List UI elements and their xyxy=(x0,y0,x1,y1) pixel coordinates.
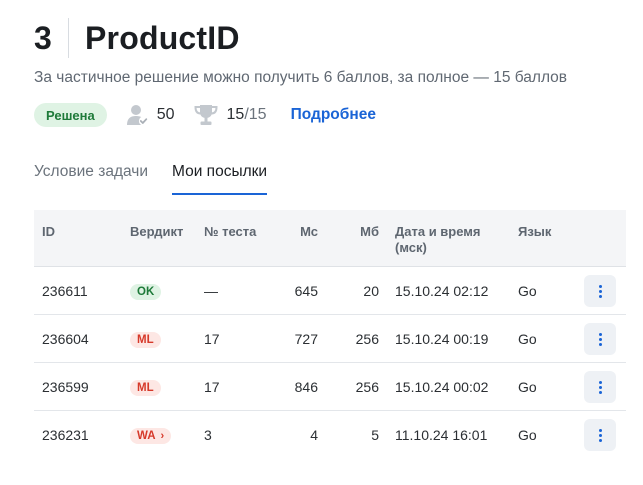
memory-mb: 256 xyxy=(355,331,379,347)
more-vertical-icon xyxy=(598,332,602,346)
col-header-lang: Язык xyxy=(518,224,552,239)
submission-id: 236599 xyxy=(42,379,89,395)
task-number: 3 xyxy=(34,20,52,56)
score-value: 15/15 xyxy=(227,106,267,124)
col-header-id: ID xyxy=(42,224,55,239)
task-meta: Решена 50 15/15 Подробнее xyxy=(34,102,376,128)
table-row: 236231 WA › 3 4 5 11.10.24 16:01 Go xyxy=(34,411,626,459)
time-ms: 846 xyxy=(294,379,318,395)
col-header-date-line1: Дата и время xyxy=(395,224,481,239)
row-menu-button[interactable] xyxy=(584,323,616,355)
language: Go xyxy=(518,379,537,395)
submission-date: 15.10.24 00:02 xyxy=(395,379,489,395)
test-number: — xyxy=(204,283,218,299)
tab-statement[interactable]: Условие задачи xyxy=(34,156,148,195)
solved-count-value: 50 xyxy=(156,106,175,123)
score: 15/15 xyxy=(193,104,267,126)
col-header-date-line2: (мск) xyxy=(395,240,427,255)
header-divider xyxy=(68,18,69,58)
submission-date: 15.10.24 00:19 xyxy=(395,331,489,347)
more-vertical-icon xyxy=(598,428,602,442)
more-details-link[interactable]: Подробнее xyxy=(291,106,376,124)
verdict-cell: WA › xyxy=(130,411,172,459)
task-scoring-info: За частичное решение можно получить 6 ба… xyxy=(34,69,568,86)
verdict-badge-ml: ML xyxy=(130,380,161,397)
submissions-table: ID Вердикт № теста Мс Мб Дата и время (мс… xyxy=(34,210,626,459)
trophy-icon xyxy=(193,104,219,126)
solved-count: 50 xyxy=(125,104,175,126)
memory-mb: 20 xyxy=(363,283,379,299)
language: Go xyxy=(518,283,537,299)
row-menu-button[interactable] xyxy=(584,371,616,403)
status-badge: Решена xyxy=(34,103,107,127)
memory-mb: 5 xyxy=(371,427,379,443)
table-row: 236611 OK — 645 20 15.10.24 02:12 Go xyxy=(34,267,626,315)
time-ms: 645 xyxy=(294,283,318,299)
chevron-right-icon: › xyxy=(160,430,165,443)
verdict-badge-wa[interactable]: WA › xyxy=(130,428,172,445)
task-header: 3 ProductID xyxy=(34,18,240,58)
submission-id: 236611 xyxy=(42,283,88,299)
score-main: 15 xyxy=(226,106,245,123)
verdict-badge-ok: OK xyxy=(130,284,162,301)
verdict-cell: ML xyxy=(130,315,161,363)
table-header: ID Вердикт № теста Мс Мб Дата и время (мс… xyxy=(34,210,626,267)
submission-date: 15.10.24 02:12 xyxy=(395,283,489,299)
col-header-verdict: Вердикт xyxy=(130,224,184,239)
time-ms: 727 xyxy=(294,331,318,347)
row-menu-button[interactable] xyxy=(584,419,616,451)
verdict-label: WA xyxy=(137,430,156,443)
col-header-test: № теста xyxy=(204,224,257,239)
test-number: 17 xyxy=(204,379,220,395)
users-check-icon xyxy=(125,104,149,126)
table-row: 236604 ML 17 727 256 15.10.24 00:19 Go xyxy=(34,315,626,363)
task-title: ProductID xyxy=(85,20,240,56)
more-vertical-icon xyxy=(598,284,602,298)
submission-id: 236604 xyxy=(42,331,89,347)
verdict-badge-ml: ML xyxy=(130,332,161,349)
submission-date: 11.10.24 16:01 xyxy=(395,427,488,443)
verdict-cell: OK xyxy=(130,267,162,315)
language: Go xyxy=(518,427,537,443)
tab-my-submissions[interactable]: Мои посылки xyxy=(172,156,268,195)
table-row: 236599 ML 17 846 256 15.10.24 00:02 Go xyxy=(34,363,626,411)
row-menu-button[interactable] xyxy=(584,275,616,307)
test-number: 17 xyxy=(204,331,220,347)
task-tabs: Условие задачи Мои посылки xyxy=(34,156,291,195)
score-total: /15 xyxy=(244,106,267,123)
col-header-mb: Мб xyxy=(360,224,379,239)
verdict-cell: ML xyxy=(130,363,161,411)
test-number: 3 xyxy=(204,427,212,443)
memory-mb: 256 xyxy=(355,379,379,395)
submission-id: 236231 xyxy=(42,427,89,443)
language: Go xyxy=(518,331,537,347)
time-ms: 4 xyxy=(310,427,318,443)
more-vertical-icon xyxy=(598,380,602,394)
col-header-ms: Мс xyxy=(300,224,318,239)
col-header-date: Дата и время (мск) xyxy=(395,224,481,256)
